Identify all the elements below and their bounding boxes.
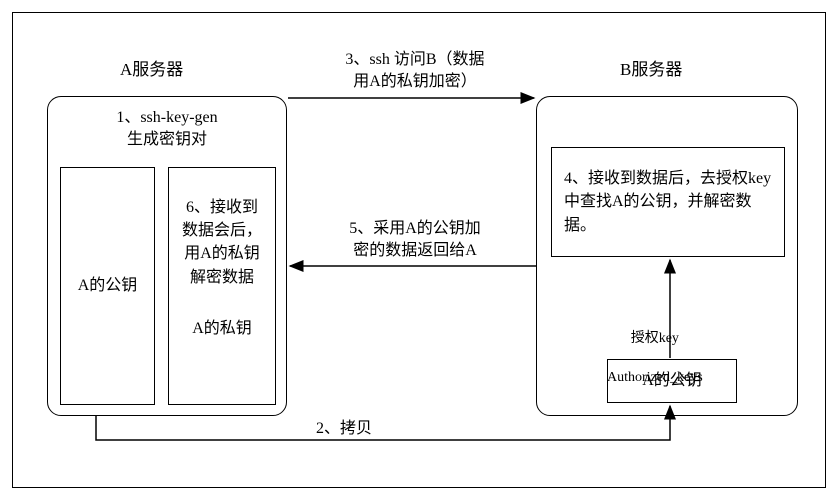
step-6-line3: 用A的私钥	[184, 242, 260, 265]
step-6-line2: 数据会后，	[182, 219, 262, 242]
authkey-line1: 授权key	[631, 331, 679, 346]
server-a-pubkey-label: A的公钥	[78, 274, 138, 297]
step-3-text: 3、ssh 访问B（数据 用A的私钥加密）	[300, 49, 530, 94]
step-4-box: 4、接收到数据后，去授权key中查找A的公钥，并解密数据。	[551, 147, 785, 257]
server-a-label: A服务器	[120, 55, 183, 80]
server-b-box: 4、接收到数据后，去授权key中查找A的公钥，并解密数据。 授权key Auth…	[536, 96, 798, 416]
step-4-text: 4、接收到数据后，去授权key中查找A的公钥，并解密数据。	[564, 167, 772, 237]
server-a-privkey-box: 6、接收到 数据会后， 用A的私钥 解密数据 A的私钥	[168, 167, 276, 405]
step-2-text: 2、拷贝	[316, 418, 372, 440]
server-b-label: B服务器	[620, 55, 682, 80]
server-a-pubkey-box: A的公钥	[60, 167, 155, 405]
step-6-line1: 6、接收到	[186, 196, 258, 219]
step-5-text: 5、采用A的公钥加 密的数据返回给A	[310, 218, 520, 263]
server-b-pubkey-box: A的公钥	[607, 359, 737, 403]
server-b-pubkey-label: A的公钥	[642, 369, 702, 392]
step-6-line4: 解密数据	[190, 266, 254, 289]
step-1-text: 1、ssh-key-gen 生成密钥对	[48, 107, 286, 152]
server-a-privkey-label: A的私钥	[192, 317, 252, 340]
server-a-box: 1、ssh-key-gen 生成密钥对 A的公钥 6、接收到 数据会后， 用A的…	[47, 96, 287, 416]
